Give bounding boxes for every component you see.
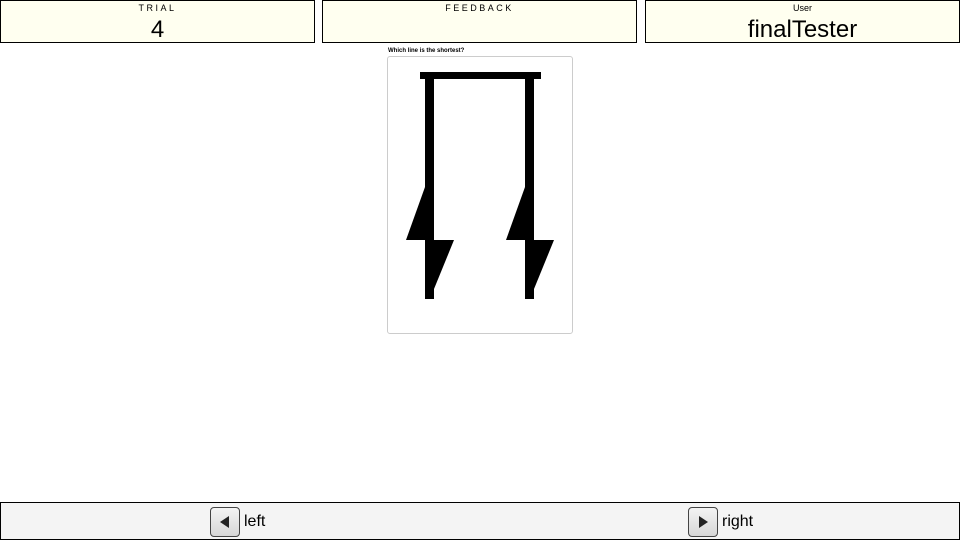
left-triangle-icon[interactable] (210, 507, 240, 537)
user-value: finalTester (747, 16, 858, 43)
left-response-label[interactable]: left (244, 513, 265, 531)
response-bar: left right (0, 502, 960, 540)
trial-label: TRIAL (138, 3, 177, 13)
trial-value: 4 (150, 16, 165, 43)
left-line (406, 77, 454, 299)
right-line (506, 77, 554, 299)
left-response-button[interactable]: left (210, 506, 265, 538)
feedback-label: FEEDBACK (445, 3, 514, 13)
right-response-button[interactable]: right (688, 506, 753, 538)
feedback-panel: FEEDBACK (322, 0, 637, 43)
right-triangle-icon[interactable] (688, 507, 718, 537)
user-label: User (792, 3, 812, 13)
question-text: Which line is the shortest? (388, 48, 465, 54)
trial-panel: TRIAL 4 (0, 0, 315, 43)
right-response-label[interactable]: right (722, 513, 753, 531)
user-panel: User finalTester (645, 0, 960, 43)
stimulus-figure (406, 72, 554, 299)
stimulus-card (387, 56, 573, 334)
top-bar (420, 72, 541, 79)
